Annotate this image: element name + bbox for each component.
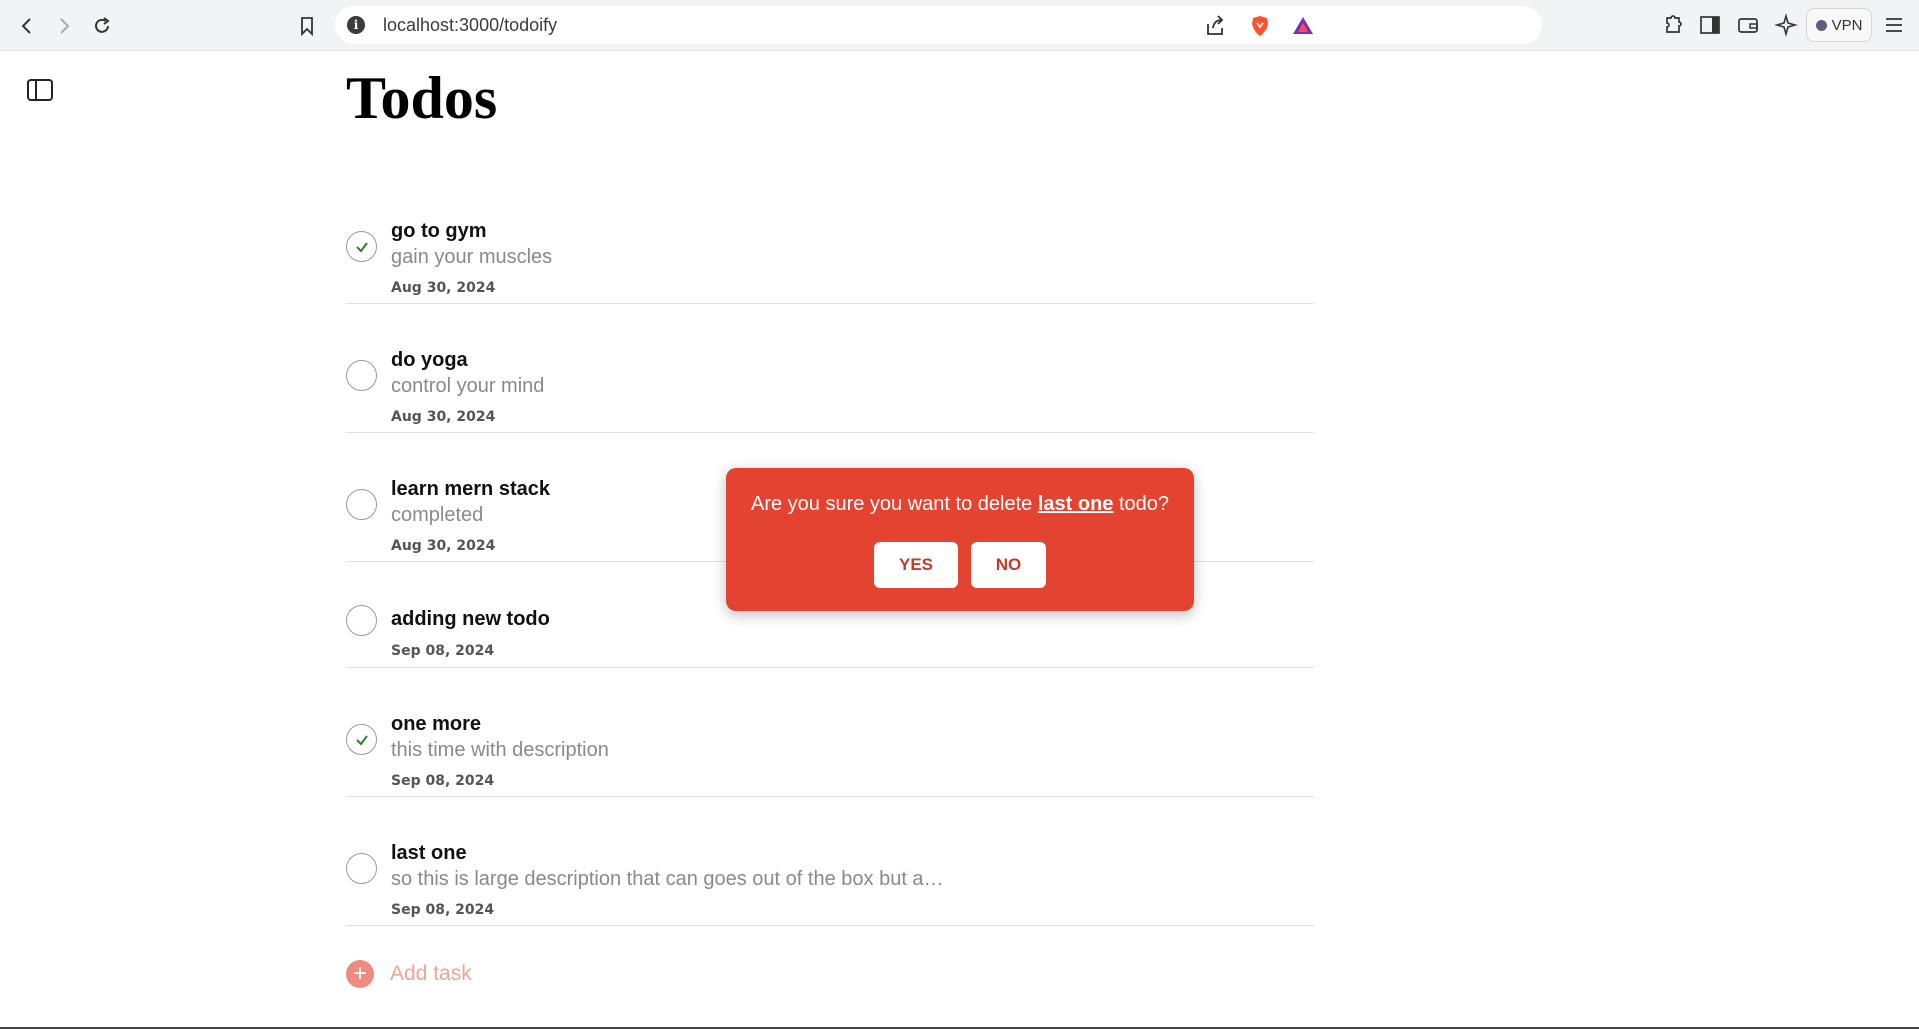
todo-description: completed: [391, 504, 484, 526]
sidebar-toggle-icon[interactable]: [26, 78, 54, 102]
wallet-icon[interactable]: [1736, 13, 1760, 37]
url-text: localhost:3000/todoify: [383, 15, 558, 35]
todo-item[interactable]: one more this time with description Sep …: [346, 668, 1314, 797]
reload-icon: [95, 17, 110, 33]
dialog-message: Are you sure you want to delete last one…: [726, 493, 1194, 516]
bookmark-icon: [301, 17, 313, 36]
forward-button[interactable]: [49, 11, 79, 41]
reload-button[interactable]: [87, 11, 117, 41]
todo-date: Aug 30, 2024: [391, 280, 496, 296]
todo-date: Sep 08, 2024: [391, 773, 495, 789]
todo-item[interactable]: go to gym gain your muscles Aug 30, 2024: [346, 210, 1314, 304]
todo-item[interactable]: do yoga control your mind Aug 30, 2024: [346, 304, 1314, 433]
dialog-todo-name: last one: [1037, 493, 1114, 515]
menu-icon[interactable]: [1882, 13, 1906, 37]
plus-icon: +: [346, 960, 374, 988]
todo-date: Sep 08, 2024: [391, 643, 495, 659]
todo-title: adding new todo: [391, 608, 550, 630]
todo-description: control your mind: [391, 375, 545, 397]
bookmark-button[interactable]: [292, 11, 322, 41]
todo-title: learn mern stack: [391, 478, 550, 500]
todo-checkbox[interactable]: [346, 489, 377, 520]
sidebar-panel-icon[interactable]: [1698, 13, 1722, 37]
delete-confirm-dialog: Are you sure you want to delete last one…: [726, 468, 1194, 611]
todo-date: Aug 30, 2024: [391, 409, 496, 425]
todo-checkbox-checked[interactable]: [346, 724, 377, 755]
todo-title: last one: [391, 842, 467, 864]
dialog-message-prefix: Are you sure you want to delete: [750, 493, 1038, 515]
chevron-left-icon: [21, 18, 31, 34]
todo-item[interactable]: last one so this is large description th…: [346, 797, 1314, 926]
todo-title: do yoga: [391, 349, 468, 371]
vpn-button[interactable]: VPN: [1806, 8, 1872, 42]
browser-toolbar: i localhost:3000/todoify VPN: [0, 0, 1919, 51]
todo-title: one more: [391, 713, 482, 735]
todo-checkbox[interactable]: [346, 360, 377, 391]
dialog-message-suffix: todo?: [1113, 493, 1170, 515]
todo-checkbox[interactable]: [346, 605, 377, 636]
no-button[interactable]: NO: [971, 542, 1046, 588]
site-info-icon[interactable]: i: [347, 16, 365, 34]
address-bar[interactable]: i localhost:3000/todoify: [335, 6, 1542, 44]
checkmark-icon: [355, 241, 368, 253]
brave-rewards-icon[interactable]: [1292, 15, 1314, 37]
todo-description: gain your muscles: [391, 246, 553, 268]
add-task-label: Add task: [390, 962, 472, 985]
yes-button[interactable]: YES: [874, 542, 958, 588]
add-task-button[interactable]: + Add task: [346, 960, 472, 988]
todo-title: go to gym: [391, 220, 487, 242]
extensions-icon[interactable]: [1661, 13, 1685, 37]
vpn-status-icon: [1815, 19, 1827, 31]
todo-checkbox[interactable]: [346, 853, 377, 884]
page-title: Todos: [346, 65, 498, 131]
vpn-label: VPN: [1831, 16, 1863, 34]
back-button[interactable]: [12, 11, 42, 41]
brave-shields-icon[interactable]: [1249, 15, 1271, 37]
checkmark-icon: [355, 734, 368, 746]
todo-date: Aug 30, 2024: [391, 538, 496, 554]
todo-checkbox-checked[interactable]: [346, 231, 377, 262]
todo-date: Sep 08, 2024: [391, 902, 495, 918]
todo-description: this time with description: [391, 739, 609, 761]
chevron-right-icon: [60, 18, 70, 34]
leo-ai-icon[interactable]: [1774, 13, 1798, 37]
share-icon[interactable]: [1205, 15, 1227, 37]
todo-description: so this is large description that can go…: [391, 868, 944, 890]
